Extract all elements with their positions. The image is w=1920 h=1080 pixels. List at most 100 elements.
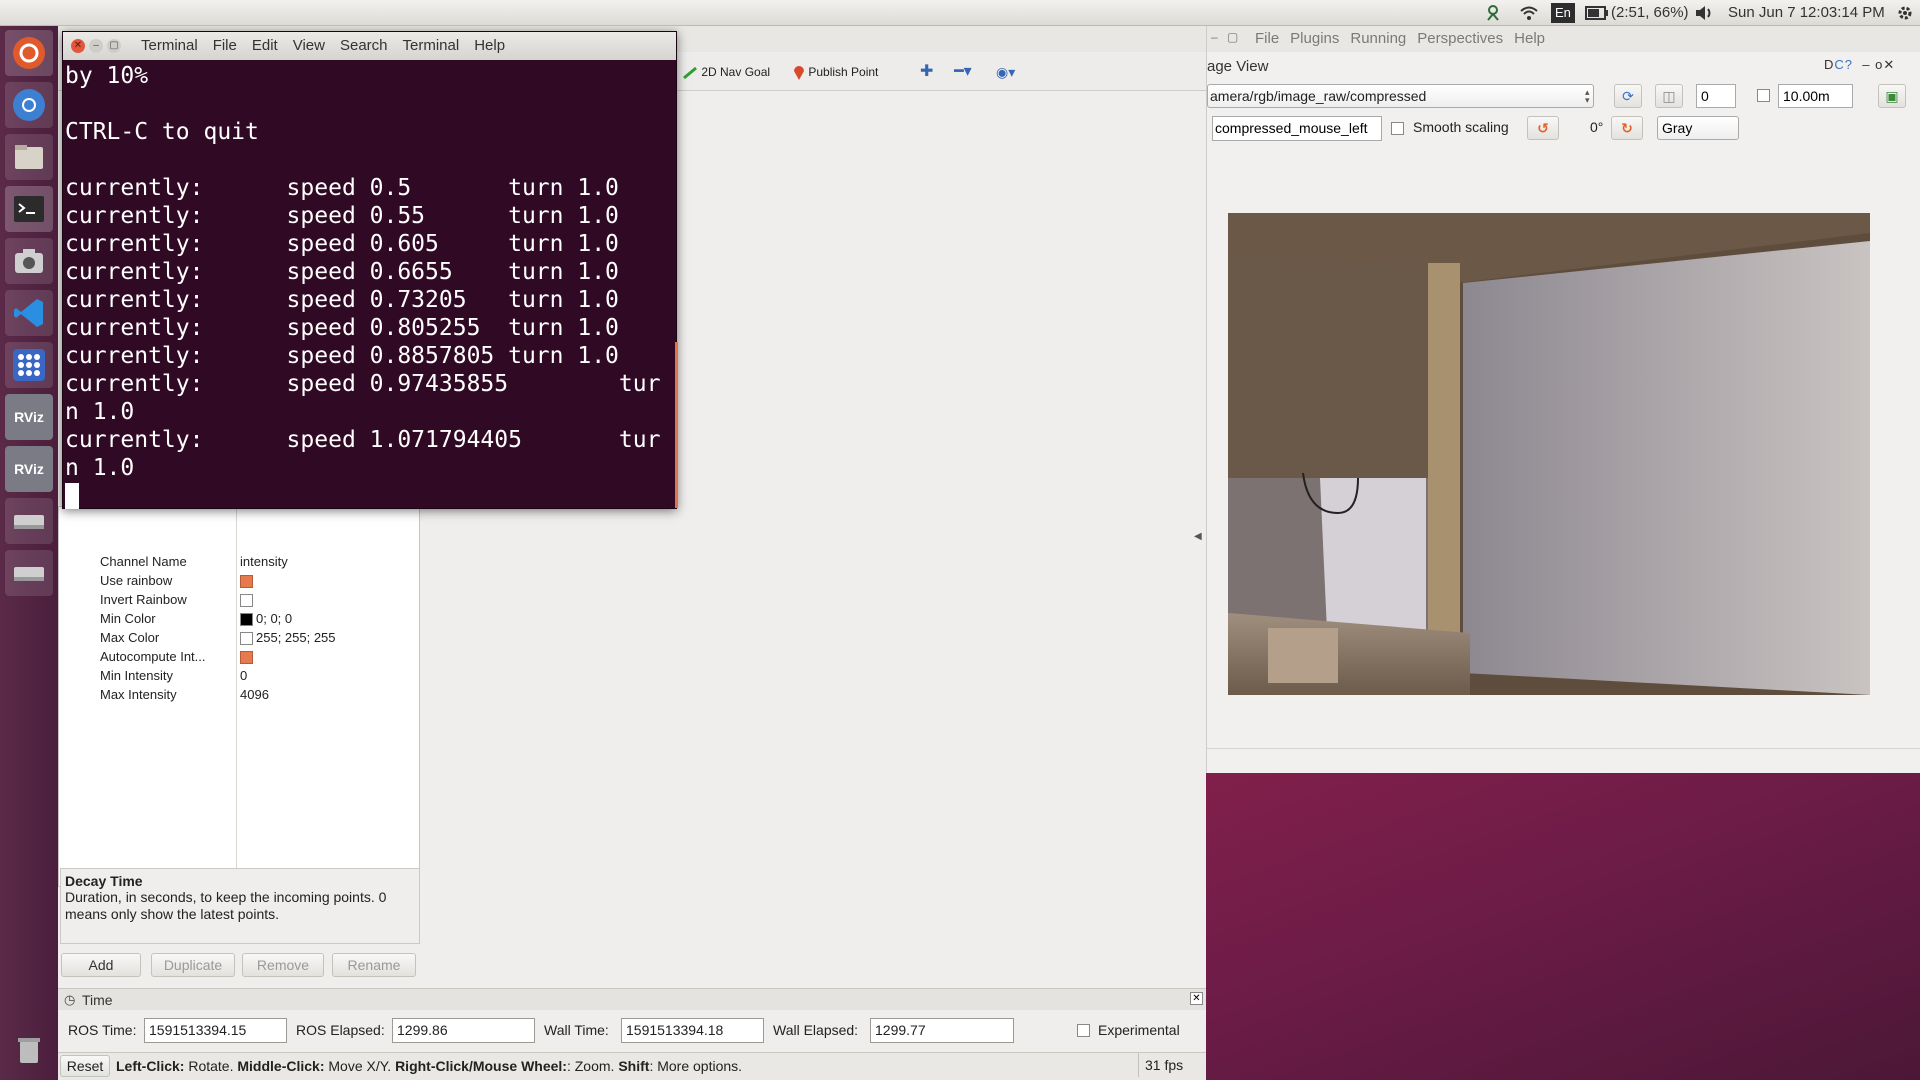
property-value[interactable]: intensity [240,552,288,571]
image-view-menu-plugins[interactable]: Plugins [1290,30,1339,47]
terminal-menu-help-6[interactable]: Help [474,37,505,54]
terminal-output[interactable]: by 10% CTRL-C to quit currently: speed 0… [65,62,673,510]
screenshot-camera-icon[interactable] [5,238,53,284]
clock[interactable]: Sun Jun 7 12:03:14 PM [1728,0,1885,26]
fps-indicator: 31 fps [1138,1053,1183,1077]
close-panel-icon[interactable]: ✕ [1190,992,1203,1005]
add-button[interactable]: Add [61,953,141,977]
max-distance-field[interactable]: 10.00m [1778,84,1853,108]
add-tool-icon[interactable]: ✚ [920,63,933,81]
wall-time-label: Wall Time: [544,1022,609,1038]
help-title: Decay Time [65,873,143,889]
vscode-icon[interactable] [5,290,53,336]
terminal-menu-search-4[interactable]: Search [340,37,388,54]
view-eye-icon[interactable]: ◉▾ [996,63,1015,81]
help-text: Duration, in seconds, to keep the incomi… [65,889,387,922]
rviz-icon-2[interactable]: RViz [5,446,53,492]
time-panel: ROS Time: 1591513394.15 ROS Elapsed: 129… [58,1010,1206,1052]
settings-gear-icon[interactable] [1896,4,1914,22]
wall-time-field[interactable]: 1591513394.18 [621,1018,764,1043]
top-panel: En (2:51, 66%) Sun Jun 7 12:03:14 PM [0,0,1920,26]
refresh-topics-button[interactable]: ⟳ [1614,84,1642,108]
property-row[interactable]: Max Color 255; 255; 255 [58,628,420,647]
property-checkbox[interactable] [240,594,253,608]
rviz-icon[interactable]: RViz [5,394,53,440]
property-checkbox[interactable] [240,575,253,589]
terminal-menu-terminal-5[interactable]: Terminal [403,37,460,54]
network-share-icon[interactable] [1484,4,1502,22]
wall-elapsed-field[interactable]: 1299.77 [870,1018,1014,1043]
ros-elapsed-field[interactable]: 1299.86 [392,1018,535,1043]
drive-icon[interactable] [5,498,53,544]
camera-image[interactable] [1228,213,1870,695]
property-value[interactable]: 0; 0; 0 [240,609,292,628]
minimize-icon[interactable]: – [1211,30,1218,44]
terminal-menu-file-1[interactable]: File [213,37,237,54]
ros-time-field[interactable]: 1591513394.15 [144,1018,287,1043]
reset-button[interactable]: Reset [60,1055,110,1077]
property-value[interactable]: 0 [240,666,247,685]
rotate-left-button[interactable]: ↺ [1527,116,1559,140]
property-row[interactable]: Use rainbow [58,571,420,590]
property-row[interactable]: Min Color 0; 0; 0 [58,609,420,628]
remove-button[interactable]: Remove [242,953,324,977]
rename-button[interactable]: Rename [332,953,416,977]
topic-dropdown[interactable]: amera/rgb/image_raw/compressed [1207,84,1594,108]
plugin-controls[interactable]: DC? – o✕ [1824,57,1895,73]
property-value[interactable]: 255; 255; 255 [240,628,336,647]
property-value[interactable] [240,571,257,590]
time-panel-header: ◷ Time ✕ [58,988,1206,1010]
maximize-icon[interactable]: ▢ [107,39,121,53]
property-row[interactable]: Max Intensity 4096 [58,685,420,704]
pause-button[interactable]: ◫ [1655,84,1683,108]
colormap-dropdown[interactable]: Gray [1657,116,1739,140]
property-checkbox[interactable] [240,651,253,665]
maximize-icon[interactable]: ▢ [1227,30,1238,44]
battery-icon[interactable] [1585,6,1609,20]
ubuntu-dash-icon[interactable] [5,30,53,76]
image-view-menu-perspectives[interactable]: Perspectives [1417,30,1503,47]
property-row[interactable]: Channel Name intensity [58,552,420,571]
image-view-menu-file[interactable]: File [1255,30,1279,47]
terminal-menu-terminal-0[interactable]: Terminal [141,37,198,54]
nav-goal-tool[interactable]: 2D Nav Goal [682,63,770,81]
dynamic-range-checkbox[interactable] [1757,89,1770,102]
property-value[interactable] [240,590,257,609]
save-image-button[interactable]: ▣ [1878,84,1906,108]
viewport-scroll-edge[interactable]: ◀ [1189,91,1206,982]
property-row[interactable]: Min Intensity 0 [58,666,420,685]
image-view-menu-running[interactable]: Running [1350,30,1406,47]
ros-time-label: ROS Time: [68,1022,137,1038]
status-hint: Left-Click: Rotate. Middle-Click: Move X… [116,1058,743,1074]
smooth-scaling-checkbox[interactable] [1391,122,1404,135]
volume-icon[interactable] [1694,4,1712,22]
rotate-right-button[interactable]: ↻ [1611,116,1643,140]
drive-icon-2[interactable] [5,550,53,596]
files-icon[interactable] [5,134,53,180]
publish-point-tool[interactable]: Publish Point [793,63,878,81]
property-row[interactable]: Autocompute Int... [58,647,420,666]
mouse-topic-field[interactable]: compressed_mouse_left [1212,116,1382,141]
property-value[interactable]: 4096 [240,685,269,704]
duplicate-button[interactable]: Duplicate [151,953,235,977]
remove-tool-icon[interactable]: ━▾ [954,63,972,81]
wifi-icon[interactable] [1519,4,1538,22]
chromium-icon[interactable] [5,82,53,128]
app-grid-icon[interactable] [5,342,53,388]
spin-box[interactable]: 0 [1696,84,1736,108]
property-value[interactable] [240,647,257,666]
terminal-line: by 10% [65,63,149,89]
terminal-menu-view-3[interactable]: View [293,37,325,54]
experimental-checkbox[interactable] [1077,1024,1090,1037]
property-row[interactable]: Invert Rainbow [58,590,420,609]
terminal-icon[interactable] [5,186,53,232]
trash-icon[interactable] [5,1026,53,1072]
minimize-icon[interactable]: – [89,39,103,53]
terminal-line: currently: speed 0.605 turn 1.0 [65,231,619,257]
property-key: Min Intensity [100,668,173,683]
keyboard-layout-indicator[interactable]: En [1551,3,1575,23]
terminal-menu-edit-2[interactable]: Edit [252,37,278,54]
terminal-scrollbar[interactable] [675,342,678,508]
close-icon[interactable]: ✕ [71,39,85,53]
image-view-menu-help[interactable]: Help [1514,30,1545,47]
